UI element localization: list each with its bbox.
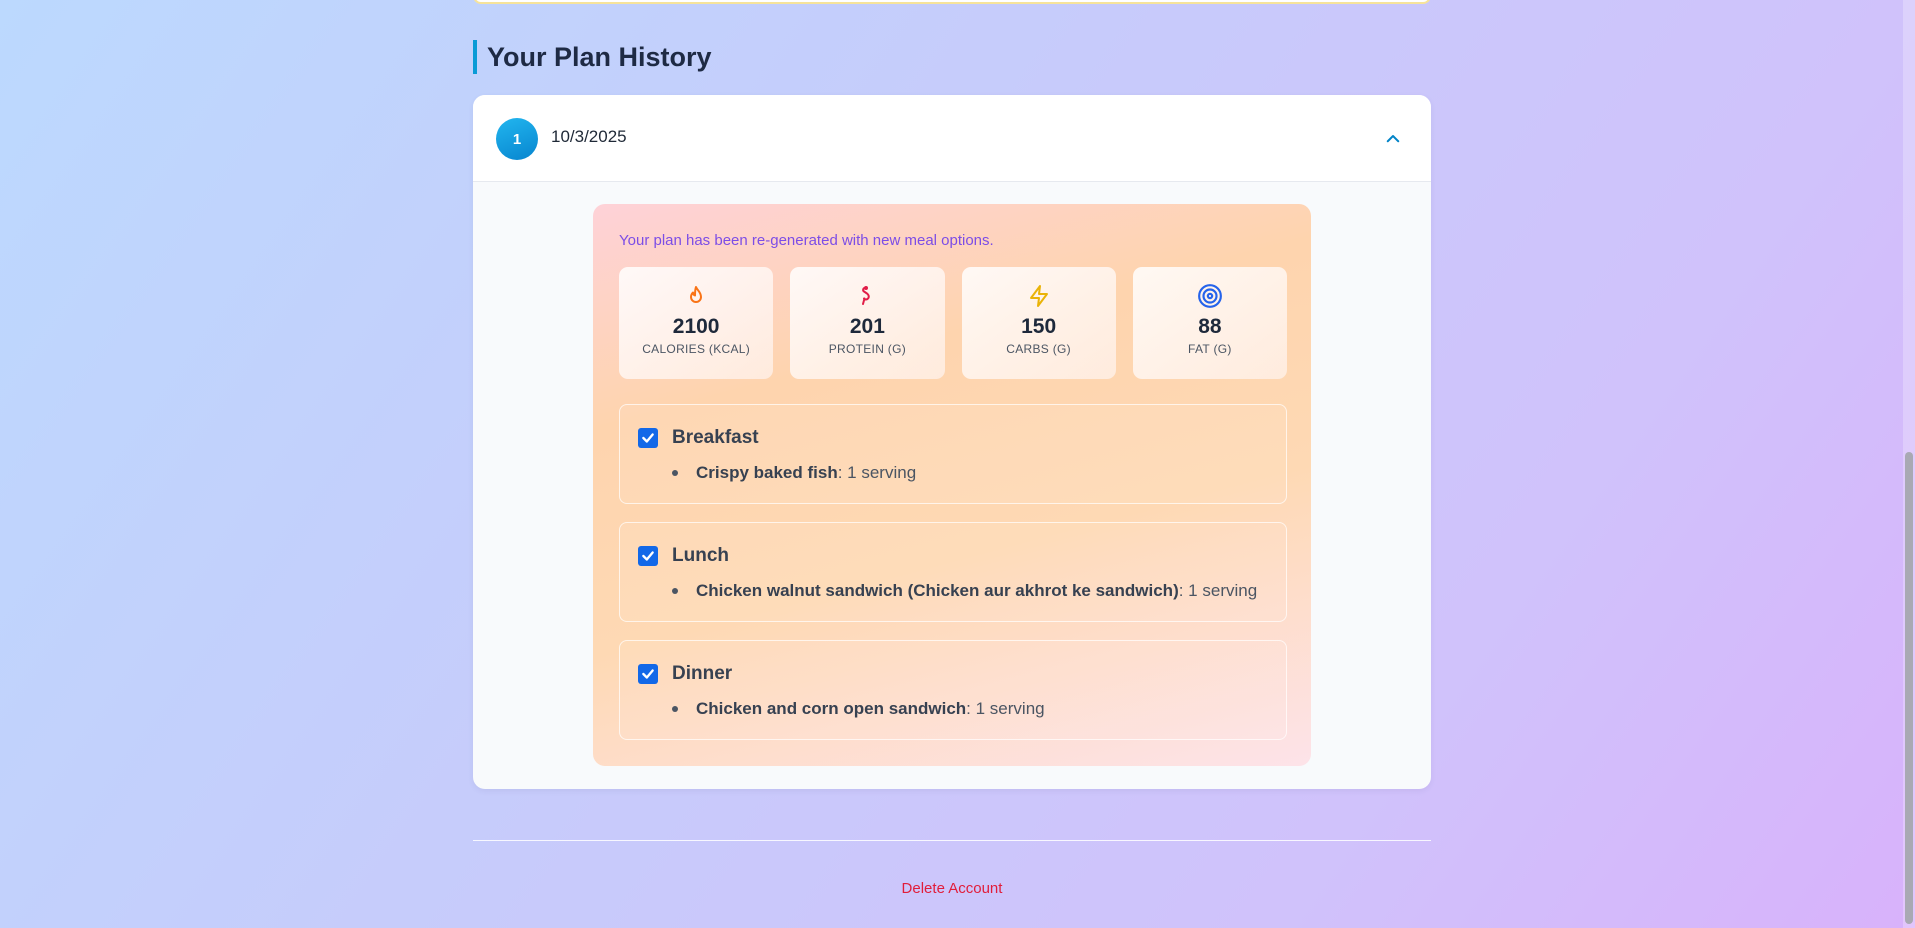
checkmark-icon [642,551,654,561]
checkmark-icon [642,433,654,443]
meal-card-breakfast: Breakfast Crispy baked fish: 1 serving [619,404,1287,504]
meal-checkbox[interactable] [638,428,658,448]
stat-value: 2100 [672,315,720,338]
stat-value: 201 [849,315,885,338]
meal-card-lunch: Lunch Chicken walnut sandwich (Chicken a… [619,522,1287,622]
meal-checkbox[interactable] [638,664,658,684]
stat-value: 150 [1021,315,1057,338]
bullet [672,470,678,476]
stat-label: CARBS (G) [1006,342,1071,356]
meal-card-dinner: Dinner Chicken and corn open sandwich: 1… [619,640,1287,740]
meal-title: Lunch [672,545,729,566]
meal-list-item: Chicken and corn open sandwich: 1 servin… [672,699,1045,719]
plan-history-card: 1 10/3/2025 Your plan has been re-genera… [473,95,1431,789]
footer-divider [473,840,1431,841]
chevron-up-icon [1386,135,1400,143]
flame-icon [683,283,709,309]
plan-status-message: Your plan has been re-generated with new… [619,232,994,249]
meal-title: Dinner [672,663,733,684]
food-name: Crispy baked fish [696,463,838,482]
bullet [672,588,678,594]
stat-protein: 201 PROTEIN (G) [790,267,945,379]
food-quantity: : 1 serving [837,463,917,482]
macro-stats: 2100 CALORIES (KCAL) 201 PROTEIN (G) 150… [619,267,1287,379]
protein-icon [854,283,880,309]
plan-entry-header[interactable]: 1 10/3/2025 [473,95,1431,182]
stat-label: FAT (G) [1188,342,1232,356]
delete-account-link[interactable]: Delete Account [473,880,1431,897]
food-name: Chicken walnut sandwich (Chicken aur akh… [696,581,1179,600]
plan-details-panel: Your plan has been re-generated with new… [593,204,1311,766]
collapse-button[interactable] [1375,121,1411,157]
food-quantity: : 1 serving [966,699,1045,718]
plan-date: 10/3/2025 [551,127,627,146]
meal-list-item: Chicken walnut sandwich (Chicken aur akh… [672,581,1257,601]
plan-index-badge: 1 [496,118,538,160]
meal-list-item: Crispy baked fish: 1 serving [672,463,916,483]
meal-title: Breakfast [672,427,759,448]
food-name: Chicken and corn open sandwich [696,699,967,718]
meal-checkbox[interactable] [638,546,658,566]
scrollbar-thumb[interactable] [1905,452,1913,924]
target-icon [1197,283,1223,309]
stat-value: 88 [1198,315,1222,338]
stat-label: PROTEIN (G) [828,342,907,356]
food-quantity: : 1 serving [1178,581,1258,600]
plan-history-title: Your Plan History [473,40,712,74]
stat-fat: 88 FAT (G) [1132,267,1287,379]
stat-carbs: 150 CARBS (G) [961,267,1116,379]
lightning-icon [1026,283,1052,309]
bullet [672,706,678,712]
stat-calories: 2100 CALORIES (KCAL) [619,267,774,379]
previous-card-edge [473,0,1431,4]
checkmark-icon [642,669,654,679]
stat-label: CALORIES (KCAL) [642,342,751,356]
page-scrollbar[interactable] [1903,0,1915,928]
